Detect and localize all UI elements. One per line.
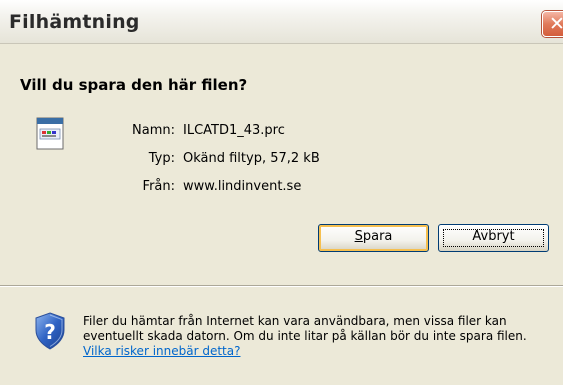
- divider: [0, 285, 563, 287]
- cancel-button[interactable]: Avbryt: [438, 224, 549, 252]
- type-label: Typ:: [148, 151, 175, 166]
- from-label: Från:: [142, 179, 175, 194]
- file-source-value: www.lindinvent.se: [183, 179, 302, 194]
- dialog-body: Vill du spara den här filen? Namn: ILCAT…: [0, 44, 563, 385]
- save-button-label: Spara: [354, 229, 393, 244]
- name-label: Namn:: [132, 123, 175, 138]
- close-icon: ✕: [549, 13, 563, 35]
- title-bar[interactable]: Filhämtning ✕: [0, 0, 563, 44]
- file-download-dialog: Filhämtning ✕ Vill du spara den här file…: [0, 0, 563, 385]
- close-button[interactable]: ✕: [542, 11, 563, 37]
- file-type-value: Okänd filtyp, 57,2 kB: [183, 151, 320, 166]
- file-name-value: ILCATD1_43.prc: [183, 123, 285, 138]
- save-button[interactable]: Spara: [318, 224, 429, 252]
- security-warning: Filer du hämtar från Internet kan vara a…: [83, 314, 543, 359]
- svg-text:?: ?: [44, 320, 56, 344]
- warning-text: Filer du hämtar från Internet kan vara a…: [83, 314, 527, 343]
- window-title: Filhämtning: [9, 11, 140, 33]
- focus-rectangle: [443, 229, 544, 247]
- risks-help-link[interactable]: Vilka risker innebär detta?: [83, 344, 240, 358]
- security-shield-icon: ?: [35, 312, 65, 350]
- dialog-question: Vill du spara den här filen?: [20, 76, 248, 94]
